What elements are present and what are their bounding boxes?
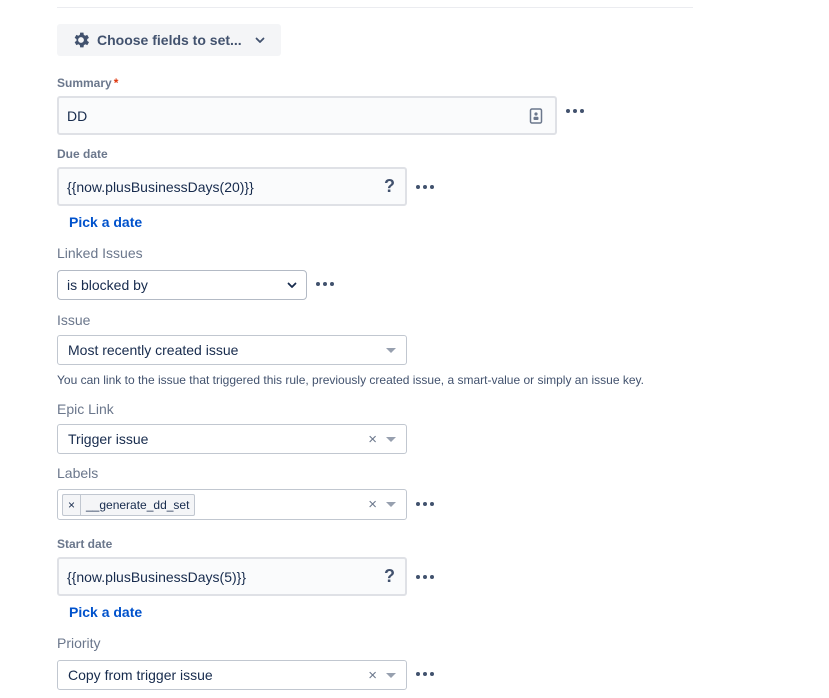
priority-value: Copy from trigger issue [68, 667, 213, 683]
issue-label: Issue [57, 312, 91, 328]
labels-more-button[interactable] [416, 502, 434, 506]
summary-value: DD [67, 107, 88, 124]
dropdown-arrow-icon [386, 502, 396, 507]
issue-value: Most recently created issue [68, 342, 239, 358]
dropdown-arrow-icon [386, 672, 396, 678]
summary-label-text: Summary [57, 76, 112, 90]
remove-tag-icon[interactable]: × [63, 494, 81, 515]
epic-link-value: Trigger issue [68, 431, 149, 447]
due-date-value: {{now.plusBusinessDays(20)}} [67, 178, 254, 195]
chevron-down-icon [255, 37, 265, 43]
clear-icon[interactable]: × [368, 497, 377, 512]
issue-select[interactable]: Most recently created issue [57, 335, 407, 365]
choose-fields-label: Choose fields to set... [97, 32, 242, 48]
linked-issues-more-button[interactable] [316, 282, 334, 286]
choose-fields-button[interactable]: Choose fields to set... [57, 24, 281, 56]
help-icon[interactable]: ? [384, 176, 395, 197]
priority-label: Priority [57, 635, 101, 651]
link-type-value: is blocked by [67, 277, 148, 293]
dropdown-arrow-icon [386, 347, 396, 353]
label-tag: × __generate_dd_set [62, 493, 196, 516]
required-marker: * [113, 76, 119, 90]
start-date-input[interactable]: {{now.plusBusinessDays(5)}} ? [57, 557, 407, 596]
priority-select[interactable]: Copy from trigger issue × [57, 660, 407, 690]
dropdown-arrow-icon [386, 436, 396, 442]
label-tag-text: __generate_dd_set [86, 497, 190, 512]
epic-link-select[interactable]: Trigger issue × [57, 424, 407, 454]
priority-more-button[interactable] [416, 672, 434, 676]
start-date-pick-link[interactable]: Pick a date [69, 604, 142, 620]
epic-link-label: Epic Link [57, 401, 114, 417]
clear-icon[interactable]: × [368, 432, 377, 447]
labels-label: Labels [57, 465, 99, 481]
due-date-label: Due date [57, 147, 108, 161]
contact-card-icon [529, 107, 543, 124]
link-type-select[interactable]: is blocked by [57, 270, 307, 300]
start-date-more-button[interactable] [416, 575, 434, 579]
help-icon[interactable]: ? [384, 566, 395, 587]
top-divider [57, 7, 693, 8]
due-date-more-button[interactable] [416, 185, 434, 189]
summary-more-button[interactable] [566, 109, 584, 113]
start-date-label: Start date [57, 537, 113, 551]
chevron-down-icon [287, 282, 297, 288]
due-date-pick-link[interactable]: Pick a date [69, 214, 142, 230]
summary-input[interactable]: DD [57, 96, 557, 135]
clear-icon[interactable]: × [368, 668, 377, 683]
linked-issues-label: Linked Issues [57, 245, 143, 261]
due-date-input[interactable]: {{now.plusBusinessDays(20)}} ? [57, 167, 407, 206]
labels-input[interactable]: × __generate_dd_set × [57, 489, 407, 520]
issue-help-text: You can link to the issue that triggered… [57, 373, 644, 387]
start-date-value: {{now.plusBusinessDays(5)}} [67, 568, 246, 585]
summary-label: Summary * [57, 76, 118, 90]
gear-icon [74, 32, 89, 48]
